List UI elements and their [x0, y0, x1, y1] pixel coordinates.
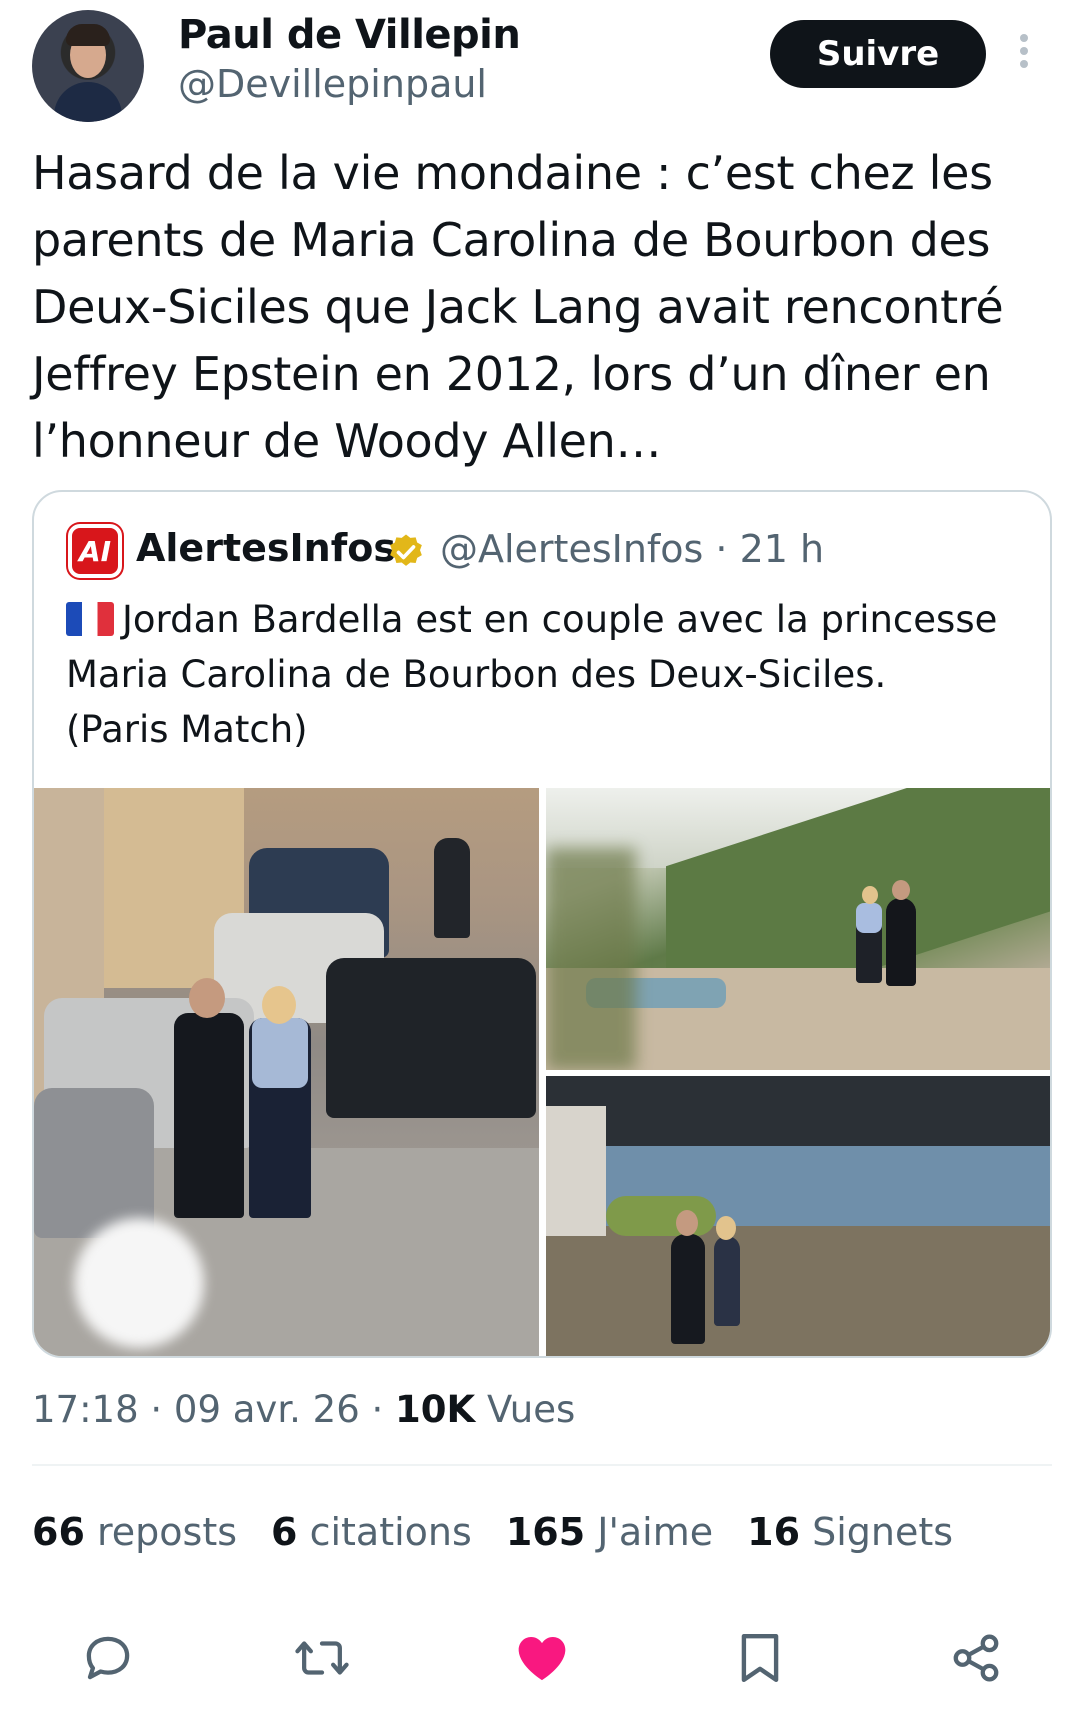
photo-grid — [34, 788, 1050, 1356]
views-count: 10K — [395, 1388, 476, 1431]
tweet-timestamp[interactable]: 17:18 · 09 avr. 26 · — [32, 1388, 395, 1431]
follow-button[interactable]: Suivre — [770, 20, 986, 88]
like-icon[interactable] — [512, 1628, 572, 1688]
verified-badge-icon — [390, 534, 422, 566]
rocky-coast-photo[interactable] — [546, 1076, 1050, 1356]
hillside-path-photo[interactable] — [546, 788, 1050, 1070]
tweet-text: Hasard de la vie mondaine : c’est chez l… — [32, 146, 1004, 468]
author-name[interactable]: Paul de Villepin — [178, 12, 521, 58]
divider — [32, 1464, 1052, 1466]
stat-citations[interactable]: 6 citations — [271, 1510, 472, 1554]
stat-bookmarks[interactable]: 16 Signets — [747, 1510, 953, 1554]
engagement-stats: 66 reposts 6 citations 165 J'aime 16 Sig… — [32, 1510, 953, 1554]
share-icon[interactable] — [946, 1628, 1006, 1688]
quote-text: Jordan Bardella est en couple avec la pr… — [66, 592, 1026, 757]
quote-text-content: Jordan Bardella est en couple avec la pr… — [66, 598, 998, 751]
stat-likes[interactable]: 165 J'aime — [506, 1510, 713, 1554]
quote-handle-time: @AlertesInfos · 21 h — [440, 527, 825, 571]
views-label: Vues — [486, 1388, 576, 1431]
avatar[interactable] — [32, 10, 144, 122]
more-options-icon[interactable] — [1018, 34, 1030, 76]
repost-icon[interactable] — [292, 1628, 352, 1688]
street-photo[interactable] — [34, 788, 539, 1356]
bookmark-icon[interactable] — [730, 1628, 790, 1688]
france-flag-icon — [66, 602, 114, 636]
author-handle[interactable]: @Devillepinpaul — [178, 62, 487, 106]
reply-icon[interactable] — [78, 1628, 138, 1688]
quoted-tweet[interactable]: AI AlertesInfos @AlertesInfos · 21 h Jor… — [32, 490, 1052, 1358]
stat-reposts[interactable]: 66 reposts — [32, 1510, 237, 1554]
tweet-meta: 17:18 · 09 avr. 26 · 10K Vues — [32, 1388, 575, 1431]
quote-author-name[interactable]: AlertesInfos — [136, 526, 396, 570]
alertesinfos-logo: AI — [68, 524, 122, 578]
